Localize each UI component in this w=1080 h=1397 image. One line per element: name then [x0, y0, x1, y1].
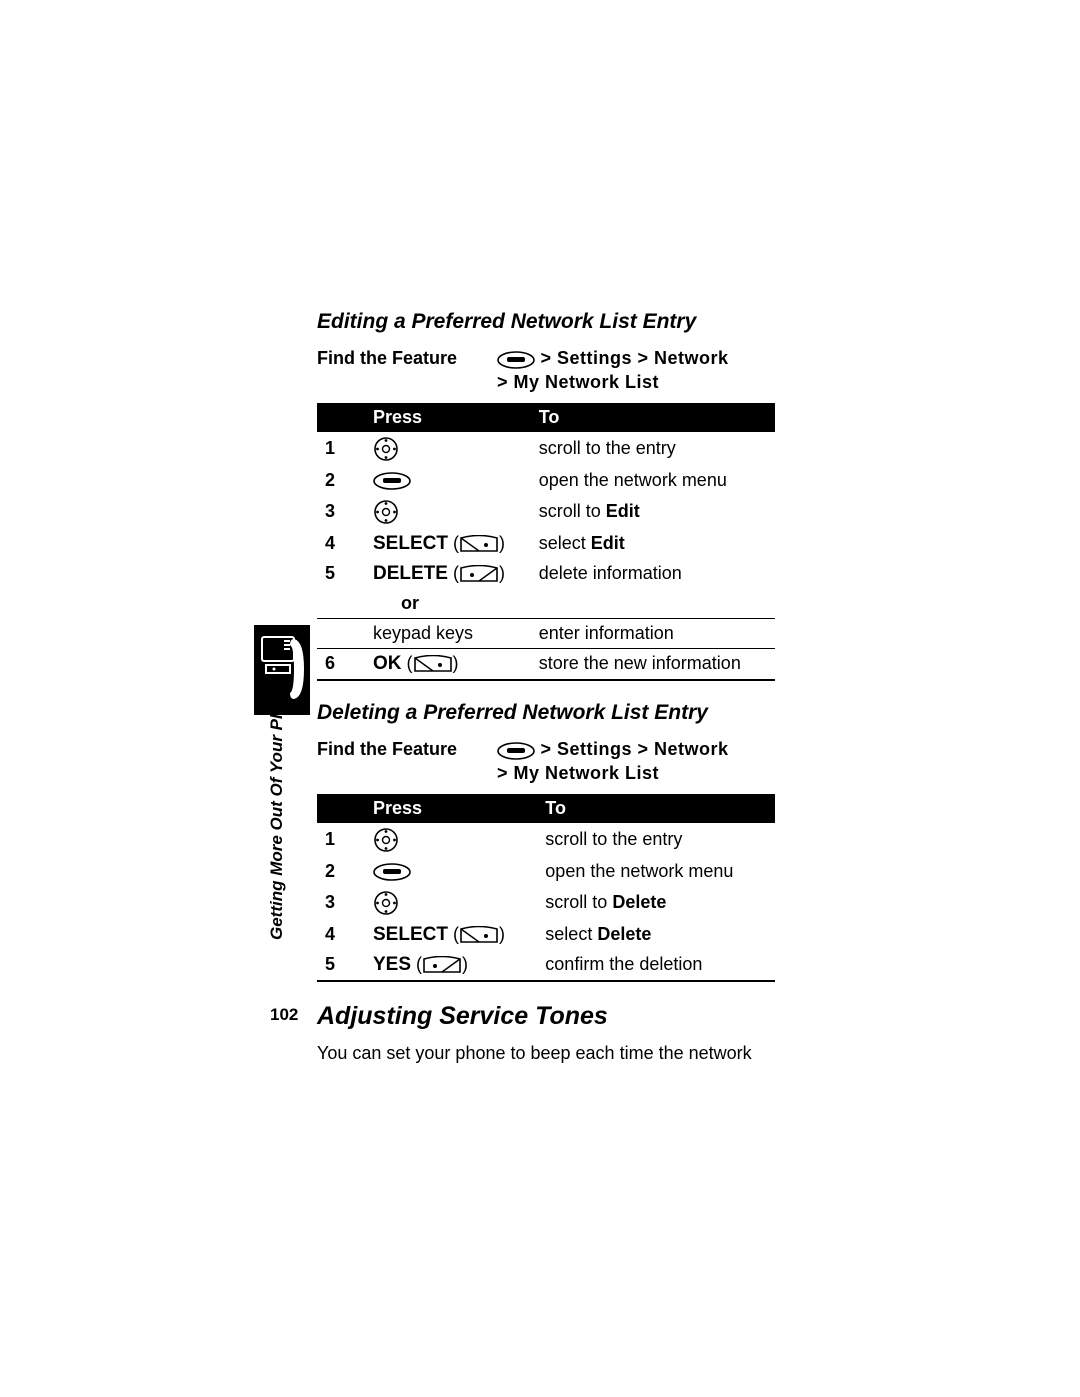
- press-cell: SELECT (): [365, 529, 531, 559]
- left-softkey-icon: [422, 956, 462, 974]
- step-num: 5: [317, 559, 365, 589]
- page-number: 102: [270, 1005, 298, 1025]
- left-softkey-icon: [459, 565, 499, 583]
- press-cell: [365, 823, 537, 857]
- col-to: To: [531, 403, 775, 432]
- to-cell: enter information: [531, 618, 775, 648]
- col-step: [317, 794, 365, 823]
- menu-key-icon: [497, 740, 535, 761]
- press-cell: [365, 466, 531, 495]
- service-tones-para: You can set your phone to beep each time…: [317, 1043, 775, 1064]
- step-num: 2: [317, 857, 365, 886]
- to-cell: select Delete: [537, 920, 775, 950]
- to-cell: scroll to the entry: [537, 823, 775, 857]
- table-row: 5DELETE ()delete information: [317, 559, 775, 589]
- right-softkey-icon: [413, 655, 453, 673]
- steps-table-edit: Press To 1 scroll to the entry 2 open the n…: [317, 403, 775, 681]
- subheading-edit: Editing a Preferred Network List Entry: [317, 310, 775, 334]
- ftf-path: > Settings > Network > My Network List: [497, 348, 729, 393]
- heading-service-tones: Adjusting Service Tones: [317, 1002, 775, 1031]
- press-cell: SELECT (): [365, 920, 537, 950]
- step-num: 6: [317, 648, 365, 680]
- press-cell: OK (): [365, 648, 531, 680]
- nav-key-icon: [373, 499, 399, 525]
- to-cell: scroll to Edit: [531, 495, 775, 529]
- step-num: 1: [317, 823, 365, 857]
- press-cell: [365, 432, 531, 466]
- subheading-delete: Deleting a Preferred Network List Entry: [317, 701, 775, 725]
- table-row: 1 scroll to the entry: [317, 823, 775, 857]
- right-softkey-icon: [459, 926, 499, 944]
- ftf-label-2: Find the Feature: [317, 739, 497, 760]
- find-the-feature-row: Find the Feature > Settings > Network > …: [317, 348, 775, 393]
- step-num: 4: [317, 920, 365, 950]
- content-column: Editing a Preferred Network List Entry F…: [317, 310, 775, 1070]
- table-row: 6OK ()store the new information: [317, 648, 775, 680]
- col-step: [317, 403, 365, 432]
- nav-key-icon: [373, 827, 399, 853]
- table-row: 4SELECT ()select Delete: [317, 920, 775, 950]
- press-cell: [365, 495, 531, 529]
- page: Getting More Out Of Your Phone 102 Editi…: [0, 0, 1080, 1397]
- table-row: 4SELECT ()select Edit: [317, 529, 775, 559]
- press-cell: YES (): [365, 950, 537, 981]
- ftf-line2: > My Network List: [497, 372, 729, 393]
- to-cell: open the network menu: [537, 857, 775, 886]
- col-press: Press: [365, 403, 531, 432]
- ftf-path-2: > Settings > Network > My Network List: [497, 739, 729, 784]
- table-row: 2 open the network menu: [317, 857, 775, 886]
- ftf2-line2: > My Network List: [497, 763, 729, 784]
- step-num: 3: [317, 495, 365, 529]
- table-row: keypad keysenter information: [317, 618, 775, 648]
- step-num: 2: [317, 466, 365, 495]
- find-the-feature-row-2: Find the Feature > Settings > Network > …: [317, 739, 775, 784]
- ftf-line1: > Settings > Network: [541, 348, 729, 368]
- menu-key-icon: [373, 863, 411, 881]
- nav-key-icon: [373, 890, 399, 916]
- press-cell: keypad keys: [365, 618, 531, 648]
- menu-key-icon: [373, 472, 411, 490]
- table-row: 2 open the network menu: [317, 466, 775, 495]
- press-cell: [365, 886, 537, 920]
- to-cell: scroll to Delete: [537, 886, 775, 920]
- col-to: To: [537, 794, 775, 823]
- right-softkey-icon: [459, 535, 499, 553]
- to-cell: open the network menu: [531, 466, 775, 495]
- section-tab-label: Getting More Out Of Your Phone: [267, 678, 287, 940]
- table-row: 5YES ()confirm the deletion: [317, 950, 775, 981]
- to-cell: confirm the deletion: [537, 950, 775, 981]
- table-row: 3 scroll to Delete: [317, 886, 775, 920]
- col-press: Press: [365, 794, 537, 823]
- ftf-label: Find the Feature: [317, 348, 497, 369]
- menu-key-icon: [497, 349, 535, 370]
- step-num: 3: [317, 886, 365, 920]
- ftf2-line1: > Settings > Network: [541, 739, 729, 759]
- press-cell: DELETE (): [365, 559, 531, 589]
- table-row: 1 scroll to the entry: [317, 432, 775, 466]
- press-cell: [365, 857, 537, 886]
- to-cell: delete information: [531, 559, 775, 589]
- step-num: 5: [317, 950, 365, 981]
- nav-key-icon: [373, 436, 399, 462]
- table-row: 3 scroll to Edit: [317, 495, 775, 529]
- to-cell: scroll to the entry: [531, 432, 775, 466]
- or-row: or: [317, 589, 775, 619]
- to-cell: store the new information: [531, 648, 775, 680]
- steps-table-delete: Press To 1 scroll to the entry 2 open the n…: [317, 794, 775, 982]
- to-cell: select Edit: [531, 529, 775, 559]
- step-num: 4: [317, 529, 365, 559]
- or-label: or: [365, 589, 531, 619]
- step-num: 1: [317, 432, 365, 466]
